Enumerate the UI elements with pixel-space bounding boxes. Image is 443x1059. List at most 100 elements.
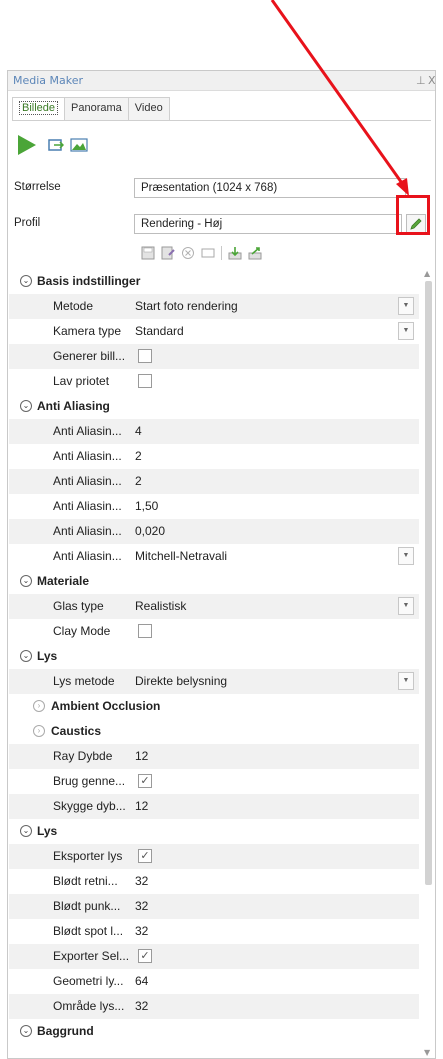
property-value[interactable]: Realistisk <box>135 599 186 613</box>
property-value[interactable]: 0,020 <box>135 524 165 538</box>
property-value[interactable]: Mitchell-Netravali <box>135 549 227 563</box>
collapse-icon[interactable]: ⌄ <box>20 575 32 587</box>
property-name: Lav priotet <box>53 374 110 388</box>
property-row[interactable]: Anti Aliasin... Mitchell-Netravali ▼ <box>9 544 419 569</box>
property-value[interactable]: 2 <box>135 449 142 463</box>
property-row[interactable]: Kamera type Standard ▼ <box>9 319 419 344</box>
property-row[interactable]: Blødt retni... 32 <box>9 869 419 894</box>
scroll-down-icon[interactable]: ▼ <box>424 1048 430 1057</box>
property-checkbox[interactable]: ✓ <box>138 949 152 963</box>
save-as-icon[interactable] <box>161 246 175 260</box>
profile-toolbar <box>141 245 262 261</box>
property-value[interactable]: 32 <box>135 924 148 938</box>
property-checkbox[interactable] <box>138 374 152 388</box>
property-row[interactable]: Lys metode Direkte belysning ▼ <box>9 669 419 694</box>
property-row[interactable]: Anti Aliasin... 4 <box>9 419 419 444</box>
property-name: Blødt retni... <box>53 874 118 888</box>
category-header[interactable]: ⌄ Lys <box>9 644 419 669</box>
property-value[interactable]: 32 <box>135 874 148 888</box>
property-value[interactable]: Start foto rendering <box>135 299 238 313</box>
category-label: Baggrund <box>37 1024 94 1038</box>
dropdown-arrow-icon[interactable]: ▼ <box>398 297 414 315</box>
category-header[interactable]: ⌄ Basis indstillinger <box>9 269 419 294</box>
property-grid: ⌄ Basis indstillinger Metode Start foto ren… <box>9 269 419 1044</box>
expand-icon[interactable]: › <box>33 700 45 712</box>
vertical-scrollbar[interactable]: ▲ ▼ <box>422 269 435 1058</box>
property-row[interactable]: Anti Aliasin... 2 <box>9 444 419 469</box>
dropdown-arrow-icon[interactable]: ▼ <box>398 597 414 615</box>
save-icon[interactable] <box>141 246 155 260</box>
expand-icon[interactable]: › <box>33 725 45 737</box>
property-name: Exporter Sel... <box>53 949 130 963</box>
delete-icon[interactable] <box>181 246 195 260</box>
collapse-icon[interactable]: ⌄ <box>20 275 32 287</box>
property-row[interactable]: Område lys... 32 <box>9 994 419 1019</box>
property-value[interactable]: 32 <box>135 899 148 913</box>
property-name: Anti Aliasin... <box>53 474 122 488</box>
export-profile-icon[interactable] <box>248 246 262 260</box>
property-row[interactable]: Generer bill... <box>9 344 419 369</box>
scroll-thumb[interactable] <box>425 281 432 885</box>
property-value[interactable]: Standard <box>135 324 184 338</box>
collapse-icon[interactable]: ⌄ <box>20 400 32 412</box>
property-name: Eksporter lys <box>53 849 123 863</box>
dropdown-arrow-icon[interactable]: ▼ <box>398 322 414 340</box>
property-name: Blødt spot l... <box>53 924 124 938</box>
property-name: Clay Mode <box>53 624 111 638</box>
property-value[interactable]: Direkte belysning <box>135 674 227 688</box>
collapse-icon[interactable]: ⌄ <box>20 1025 32 1037</box>
property-name: Anti Aliasin... <box>53 424 122 438</box>
property-value[interactable]: 64 <box>135 974 148 988</box>
annotation-arrow <box>270 0 409 196</box>
property-row[interactable]: Glas type Realistisk ▼ <box>9 594 419 619</box>
property-row[interactable]: Blødt punk... 32 <box>9 894 419 919</box>
property-name: Ray Dybde <box>53 749 113 763</box>
property-row[interactable]: Metode Start foto rendering ▼ <box>9 294 419 319</box>
category-header[interactable]: ⌄ Lys <box>9 819 419 844</box>
property-name: Metode <box>53 299 94 313</box>
property-row[interactable]: Blødt spot l... 32 <box>9 919 419 944</box>
collapse-icon[interactable]: ⌄ <box>20 825 32 837</box>
property-name: Anti Aliasin... <box>53 499 122 513</box>
category-header[interactable]: ⌄ Materiale <box>9 569 419 594</box>
property-name: Generer bill... <box>53 349 126 363</box>
category-header[interactable]: › Caustics <box>9 719 419 744</box>
property-row[interactable]: Exporter Sel... ✓ <box>9 944 419 969</box>
property-name: Område lys... <box>53 999 125 1013</box>
property-row[interactable]: Geometri ly... 64 <box>9 969 419 994</box>
property-row[interactable]: Brug genne... ✓ <box>9 769 419 794</box>
property-checkbox[interactable] <box>138 349 152 363</box>
import-icon[interactable] <box>228 246 242 260</box>
property-value[interactable]: 12 <box>135 749 148 763</box>
property-value[interactable]: 4 <box>135 424 142 438</box>
rename-icon[interactable] <box>201 246 215 260</box>
property-name: Anti Aliasin... <box>53 449 122 463</box>
property-row[interactable]: Skygge dyb... 12 <box>9 794 419 819</box>
property-name: Anti Aliasin... <box>53 549 122 563</box>
property-row[interactable]: Lav priotet <box>9 369 419 394</box>
property-row[interactable]: Anti Aliasin... 1,50 <box>9 494 419 519</box>
property-row[interactable]: Anti Aliasin... 0,020 <box>9 519 419 544</box>
property-value[interactable]: 2 <box>135 474 142 488</box>
property-row[interactable]: Clay Mode <box>9 619 419 644</box>
property-value[interactable]: 12 <box>135 799 148 813</box>
dropdown-arrow-icon[interactable]: ▼ <box>398 547 414 565</box>
property-checkbox[interactable]: ✓ <box>138 774 152 788</box>
category-header[interactable]: › Ambient Occlusion <box>9 694 419 719</box>
property-name: Lys metode <box>53 674 115 688</box>
property-checkbox[interactable]: ✓ <box>138 849 152 863</box>
category-header[interactable]: ⌄ Anti Aliasing <box>9 394 419 419</box>
scroll-up-icon[interactable]: ▲ <box>424 269 430 278</box>
dropdown-arrow-icon[interactable]: ▼ <box>398 672 414 690</box>
category-label: Lys <box>37 824 58 838</box>
toolbar-separator <box>221 246 222 260</box>
property-checkbox[interactable] <box>138 624 152 638</box>
property-row[interactable]: Anti Aliasin... 2 <box>9 469 419 494</box>
category-header[interactable]: ⌄ Baggrund <box>9 1019 419 1044</box>
property-row[interactable]: Eksporter lys ✓ <box>9 844 419 869</box>
property-value[interactable]: 32 <box>135 999 148 1013</box>
property-value[interactable]: 1,50 <box>135 499 158 513</box>
property-name: Geometri ly... <box>53 974 124 988</box>
property-row[interactable]: Ray Dybde 12 <box>9 744 419 769</box>
collapse-icon[interactable]: ⌄ <box>20 650 32 662</box>
